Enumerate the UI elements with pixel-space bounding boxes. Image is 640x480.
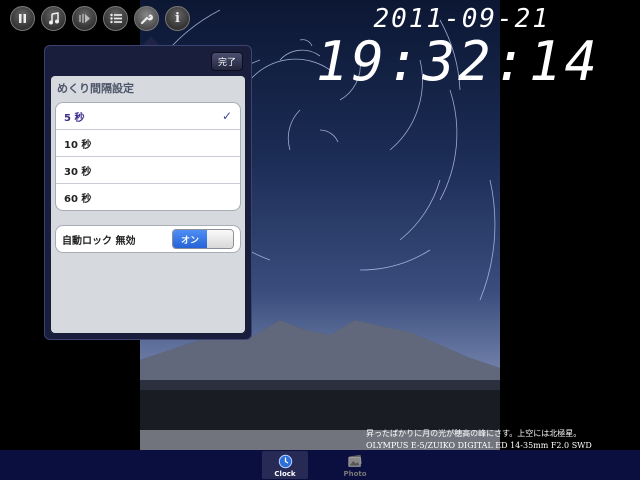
settings-popover: 完了 めくり間隔設定 5 秒 ✓ 10 秒 30 秒 60 秒 自動ロック 無効… [44, 45, 252, 340]
interval-option-60[interactable]: 60 秒 [56, 183, 240, 210]
wrench-icon [140, 14, 153, 25]
done-button[interactable]: 完了 [210, 51, 243, 71]
settings-panel: めくり間隔設定 5 秒 ✓ 10 秒 30 秒 60 秒 自動ロック 無効 オン [51, 76, 245, 333]
tab-photo-label: Photo [343, 470, 367, 478]
list-icon [109, 13, 122, 24]
interval-option-label: 30 秒 [64, 166, 92, 178]
popover-header: 完了 [45, 46, 251, 76]
auto-lock-row: 自動ロック 無効 オン [55, 225, 241, 253]
settings-button[interactable] [134, 6, 159, 31]
pause-button[interactable] [10, 6, 35, 31]
checkmark-icon: ✓ [221, 109, 232, 123]
bottom-tab-bar: Clock Photo [0, 450, 640, 480]
tab-clock[interactable]: Clock [262, 451, 308, 479]
toggle-knob [207, 230, 233, 248]
slideshow-button[interactable] [72, 6, 97, 31]
music-button[interactable] [41, 6, 66, 31]
toggle-on-label: オン [173, 230, 207, 248]
clock-display: 2011-09-21 19:32:14 [316, 4, 600, 90]
interval-option-5[interactable]: 5 秒 ✓ [56, 103, 240, 129]
pause-icon [19, 14, 26, 23]
interval-section-title: めくり間隔設定 [57, 82, 134, 95]
info-button[interactable]: i [165, 6, 190, 31]
list-button[interactable] [103, 6, 128, 31]
info-icon: i [175, 11, 180, 26]
slideshow-icon [79, 14, 90, 23]
music-note-icon [48, 12, 59, 25]
popover-arrow [143, 36, 159, 45]
interval-option-30[interactable]: 30 秒 [56, 156, 240, 183]
interval-option-label: 10 秒 [64, 139, 92, 151]
auto-lock-toggle[interactable]: オン [172, 229, 234, 249]
photo-icon [347, 453, 363, 469]
tab-photo[interactable]: Photo [332, 451, 378, 479]
clock-icon [277, 453, 293, 469]
clock-time: 19:32:14 [315, 30, 600, 93]
photo-caption: 昇ったばかりに月の光が穂高の峰にさす。上空には北極星。 OLYMPUS E-5/… [366, 428, 592, 452]
caption-line-1: 昇ったばかりに月の光が穂高の峰にさす。上空には北極星。 [366, 429, 582, 438]
auto-lock-label: 自動ロック 無効 [62, 235, 136, 247]
interval-option-label: 5 秒 [64, 112, 85, 124]
tab-clock-label: Clock [274, 470, 296, 478]
interval-option-10[interactable]: 10 秒 [56, 129, 240, 156]
interval-option-label: 60 秒 [64, 193, 92, 205]
top-toolbar: i [10, 6, 190, 32]
interval-options: 5 秒 ✓ 10 秒 30 秒 60 秒 [55, 102, 241, 211]
